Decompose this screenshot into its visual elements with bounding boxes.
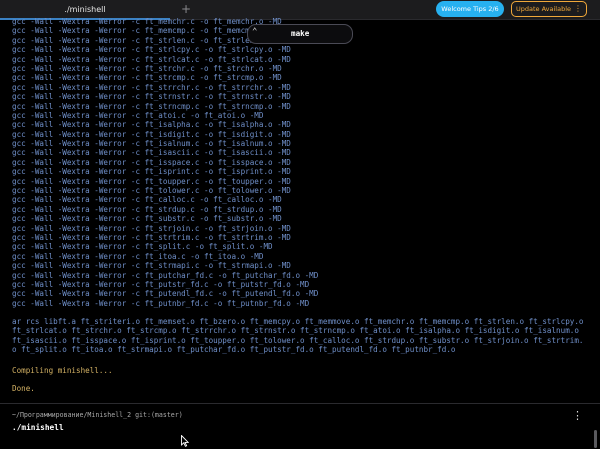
output-line: gcc -Wall -Wextra -Werror -c ft_strtrim.… [12, 232, 291, 242]
output-line: gcc -Wall -Wextra -Werror -c ft_strlcpy.… [12, 45, 291, 55]
output-line: gcc -Wall -Wextra -Werror -c ft_strcmp.c… [12, 73, 282, 83]
plus-icon[interactable]: + [178, 1, 194, 17]
output-line: gcc -Wall -Wextra -Werror -c ft_toupper.… [12, 176, 291, 186]
output-line: gcc -Wall -Wextra -Werror -c ft_isspace.… [12, 157, 291, 167]
command-popup[interactable]: ⌃ make [247, 24, 353, 44]
chevrons-up-icon: ⌃ [252, 27, 258, 37]
output-line: gcc -Wall -Wextra -Werror -c ft_strlcat.… [12, 54, 291, 64]
output-line: gcc -Wall -Wextra -Werror -c ft_split.c … [12, 242, 273, 252]
output-line: gcc -Wall -Wextra -Werror -c ft_strnstr.… [12, 92, 291, 102]
welcome-tips-button[interactable]: Welcome Tips 2/6 [436, 1, 504, 17]
compiling-message: Compiling minishell... [12, 366, 113, 375]
output-line: gcc -Wall -Wextra -Werror -c ft_tolower.… [12, 186, 291, 196]
output-line: gcc -Wall -Wextra -Werror -c ft_putchar_… [12, 270, 319, 280]
output-line: gcc -Wall -Wextra -Werror -c ft_strrchr.… [12, 82, 291, 92]
output-line: gcc -Wall -Wextra -Werror -c ft_isdigit.… [12, 129, 291, 139]
output-line: gcc -Wall -Wextra -Werror -c ft_putendl_… [12, 289, 319, 299]
output-line: gcc -Wall -Wextra -Werror -c ft_strmapi.… [12, 261, 291, 271]
kebab-icon[interactable]: ⋮ [572, 409, 583, 422]
update-available-button[interactable]: Update Available ⋮ [511, 1, 587, 17]
welcome-tips-label: Welcome Tips 2/6 [441, 5, 499, 13]
output-line: gcc -Wall -Wextra -Werror -c ft_isprint.… [12, 167, 291, 177]
prompt-path: ~/Программирование/Minishell_2 git:(mast… [12, 411, 183, 419]
divider [0, 403, 600, 404]
output-line: gcc -Wall -Wextra -Werror -c ft_substr.c… [12, 214, 282, 224]
kebab-icon[interactable]: ⋮ [574, 2, 582, 16]
output-line: gcc -Wall -Wextra -Werror -c ft_strdup.c… [12, 204, 282, 214]
done-message: Done. [12, 384, 35, 393]
output-line: gcc -Wall -Wextra -Werror -c ft_itoa.c -… [12, 251, 264, 261]
output-line: gcc -Wall -Wextra -Werror -c ft_isascii.… [12, 148, 291, 158]
scrollbar[interactable] [594, 430, 597, 448]
command-popup-label: make [291, 29, 310, 38]
output-line: gcc -Wall -Wextra -Werror -c ft_strjoin.… [12, 223, 291, 233]
output-line: gcc -Wall -Wextra -Werror -c ft_putnbr_f… [12, 298, 310, 308]
output-line: gcc -Wall -Wextra -Werror -c ft_strchr.c… [12, 63, 282, 73]
mouse-cursor-icon [181, 435, 189, 447]
output-line: gcc -Wall -Wextra -Werror -c ft_putstr_f… [12, 279, 310, 289]
output-line: gcc -Wall -Wextra -Werror -c ft_isalpha.… [12, 120, 291, 130]
output-line: gcc -Wall -Wextra -Werror -c ft_isalnum.… [12, 139, 291, 149]
output-line: gcc -Wall -Wextra -Werror -c ft_calloc.c… [12, 195, 282, 205]
tab-title: ./minishell [64, 4, 106, 14]
command-input[interactable]: ./minishell [12, 423, 64, 432]
update-available-label: Update Available [516, 5, 572, 13]
ar-command-line: ar rcs libft.a ft_striteri.o ft_memset.o… [12, 317, 589, 355]
output-line: gcc -Wall -Wextra -Werror -c ft_atoi.c -… [12, 110, 264, 120]
output-line: gcc -Wall -Wextra -Werror -c ft_strncmp.… [12, 101, 291, 111]
terminal-output: gcc -Wall -Wextra -Werror -c ft_memchr.c… [12, 17, 592, 308]
